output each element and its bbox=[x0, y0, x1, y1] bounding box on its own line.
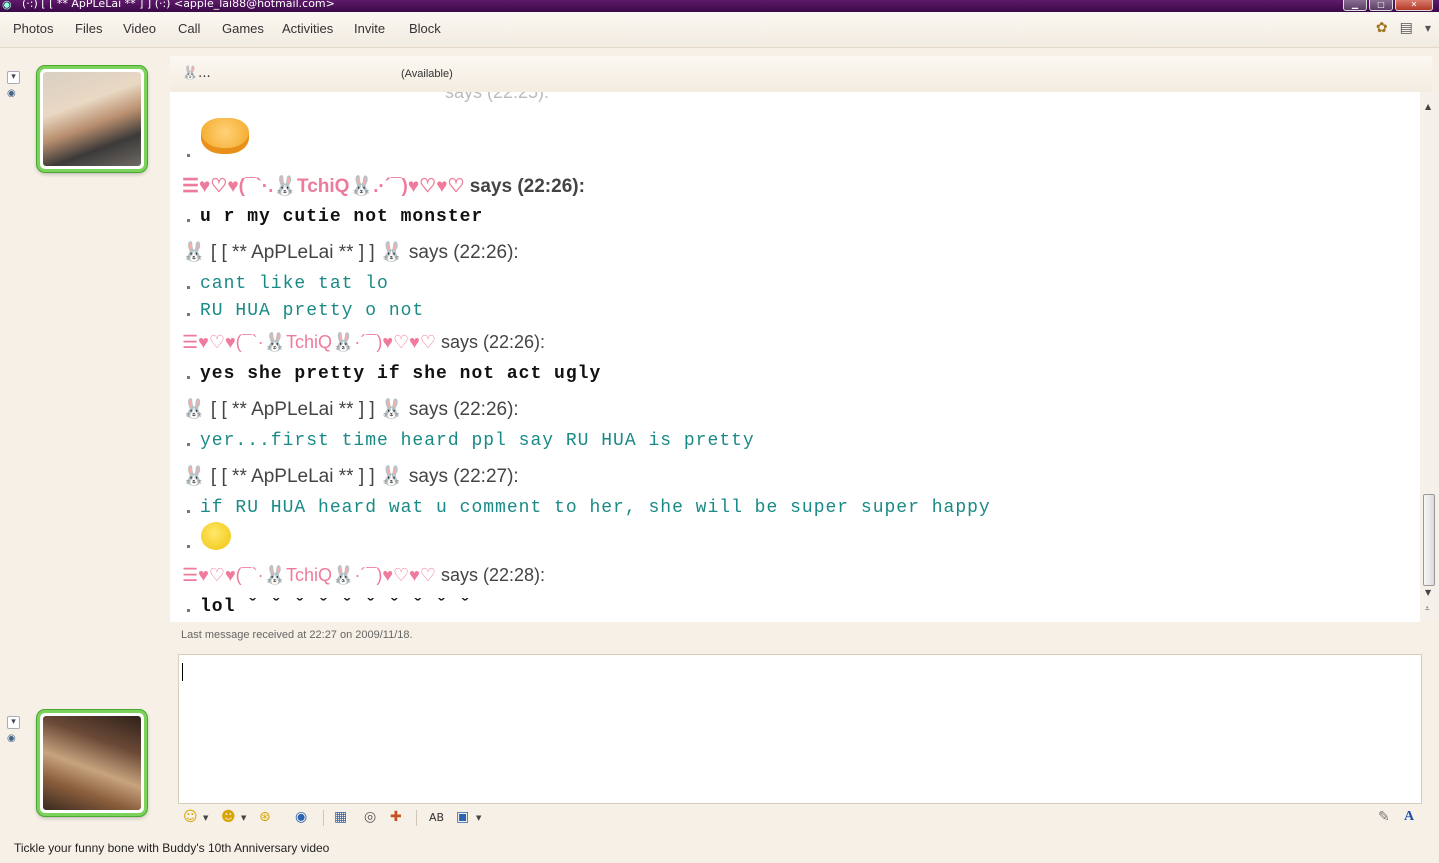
sender-timestamp: says (22:26): bbox=[408, 242, 519, 263]
clipped-sender-header: says (22:25): bbox=[445, 92, 550, 102]
sender-timestamp: says (22:26): bbox=[469, 176, 585, 197]
conversation-pane[interactable]: says (22:25): ☰♥♡♥(¯`·.🐰TchiQ🐰.·´¯)♥♡♥♡ … bbox=[170, 92, 1420, 622]
scroll-down-icon[interactable]: ▼ bbox=[1425, 588, 1431, 597]
sender-name: ☰♥♡♥(¯`·🐰TchiQ🐰·´¯)♥♡♥♡ bbox=[182, 332, 436, 352]
menu-invite[interactable]: Invite bbox=[354, 21, 385, 36]
webcam-icon[interactable]: ◉ bbox=[7, 733, 16, 744]
sender-timestamp: says (22:26): bbox=[408, 399, 519, 420]
text-caret bbox=[182, 663, 183, 681]
scroll-up-icon[interactable]: ▲ bbox=[1425, 102, 1431, 111]
message-line: yer...first time heard ppl say RU HUA is… bbox=[187, 431, 755, 451]
menu-call[interactable]: Call bbox=[178, 21, 200, 36]
games-icon[interactable]: ✚ bbox=[390, 809, 402, 825]
monster-emoticon-icon bbox=[201, 118, 249, 154]
wink-gift-icon[interactable]: ✿ bbox=[1376, 20, 1388, 36]
emoticon-icon[interactable]: ☺ bbox=[183, 809, 198, 825]
menu-video[interactable]: Video bbox=[123, 21, 156, 36]
message-line: lol ˇ ˇ ˇ ˇ ˇ ˇ ˇ ˇ ˇ ˇ bbox=[187, 597, 471, 617]
webcam-icon[interactable]: ◉ bbox=[7, 88, 16, 99]
chevron-down-icon[interactable]: ▼ bbox=[1425, 24, 1431, 33]
sender-timestamp: says (22:28): bbox=[441, 565, 546, 585]
message-sender: ☰♥♡♥(¯`·.🐰TchiQ🐰.·´¯)♥♡♥♡ says (22:26): bbox=[182, 174, 585, 198]
shy-emoticon-icon bbox=[201, 522, 231, 550]
sender-name: 🐰 [ [ ** ApPLeLai ** ] ] 🐰 bbox=[182, 242, 404, 263]
messenger-icon: ◉ bbox=[2, 0, 12, 11]
message-line: RU HUA pretty o not bbox=[187, 301, 424, 321]
message-input[interactable] bbox=[178, 654, 1422, 804]
font-style-icon[interactable]: A bbox=[1404, 809, 1414, 825]
sound-icon[interactable]: ◎ bbox=[364, 809, 376, 825]
nudge-icon[interactable]: ⊛ bbox=[259, 809, 271, 825]
message-bullet bbox=[187, 545, 190, 548]
window-title: (·:) [ [ ** ApPLeLai ** ] ] (·:) <apple_… bbox=[22, 0, 335, 10]
minimize-button[interactable]: ▁ bbox=[1343, 0, 1367, 11]
contact-header: 🐰... (Available) bbox=[170, 56, 1432, 92]
title-bar: ◉ (·:) [ [ ** ApPLeLai ** ] ] (·:) <appl… bbox=[0, 0, 1439, 12]
message-line: yes she pretty if she not act ugly bbox=[187, 364, 601, 384]
menu-files[interactable]: Files bbox=[75, 21, 102, 36]
input-toolbar: ☺ ▼ ☻ ▼ ⊛ ◉ ▦ ◎ ✚ AB ▣ ▼ ✎ A bbox=[178, 806, 1422, 830]
menu-block[interactable]: Block bbox=[409, 21, 441, 36]
promo-link[interactable]: Tickle your funny bone with Buddy's 10th… bbox=[14, 841, 329, 855]
background-icon[interactable]: ▦ bbox=[334, 809, 347, 825]
message-sender: 🐰 [ [ ** ApPLeLai ** ] ] 🐰 says (22:27): bbox=[182, 464, 519, 488]
menu-activities[interactable]: Activities bbox=[282, 21, 333, 36]
collapse-contact-pane-icon[interactable]: ▾ bbox=[7, 71, 20, 84]
collapse-user-pane-icon[interactable]: ▾ bbox=[7, 716, 20, 729]
handwriting-icon[interactable]: ✎ bbox=[1378, 809, 1390, 825]
menu-photos[interactable]: Photos bbox=[13, 21, 53, 36]
contact-status: (Available) bbox=[401, 68, 453, 80]
last-message-status: Last message received at 22:27 on 2009/1… bbox=[181, 629, 413, 641]
contact-name: 🐰... bbox=[182, 66, 211, 81]
voice-clip-icon[interactable]: ◉ bbox=[295, 809, 307, 825]
chevron-down-icon[interactable]: ▼ bbox=[476, 814, 481, 822]
message-line: if RU HUA heard wat u comment to her, sh… bbox=[187, 498, 991, 518]
font-icon[interactable]: AB bbox=[429, 811, 444, 824]
chevron-down-icon[interactable]: ▼ bbox=[241, 814, 246, 822]
window-controls: ▁ □ ✕ bbox=[1341, 0, 1433, 12]
scroll-end-icon[interactable]: ⩡ bbox=[1425, 604, 1430, 614]
message-bullet bbox=[187, 154, 190, 157]
message-line: u r my cutie not monster bbox=[187, 207, 483, 227]
menu-games[interactable]: Games bbox=[222, 21, 264, 36]
user-avatar[interactable] bbox=[37, 710, 147, 816]
message-sender: 🐰 [ [ ** ApPLeLai ** ] ] 🐰 says (22:26): bbox=[182, 397, 519, 421]
contact-avatar[interactable] bbox=[37, 66, 147, 172]
message-line: cant like tat lo bbox=[187, 274, 389, 294]
scrollbar-thumb[interactable] bbox=[1423, 494, 1435, 586]
show-menu-icon[interactable]: ▤ bbox=[1400, 20, 1413, 36]
menu-right-tools: ✿ ▤ ▼ bbox=[1376, 20, 1431, 36]
sender-name: 🐰 [ [ ** ApPLeLai ** ] ] 🐰 bbox=[182, 399, 404, 420]
sender-name: ☰♥♡♥(¯`·🐰TchiQ🐰·´¯)♥♡♥♡ bbox=[182, 565, 436, 585]
maximize-button[interactable]: □ bbox=[1369, 0, 1393, 11]
menu-bar: Photos Files Video Call Games Activities… bbox=[0, 12, 1439, 48]
chevron-down-icon[interactable]: ▼ bbox=[203, 814, 208, 822]
wink-icon[interactable]: ☻ bbox=[221, 809, 236, 825]
message-sender: ☰♥♡♥(¯`·🐰TchiQ🐰·´¯)♥♡♥♡ says (22:28): bbox=[182, 565, 545, 586]
sender-name: 🐰 [ [ ** ApPLeLai ** ] ] 🐰 bbox=[182, 466, 404, 487]
conversation-scrollbar[interactable]: ▲ ▼ ⩡ bbox=[1420, 92, 1439, 622]
sender-timestamp: says (22:26): bbox=[441, 332, 546, 352]
sender-timestamp: says (22:27): bbox=[408, 466, 519, 487]
message-sender: 🐰 [ [ ** ApPLeLai ** ] ] 🐰 says (22:26): bbox=[182, 240, 519, 264]
message-sender: ☰♥♡♥(¯`·🐰TchiQ🐰·´¯)♥♡♥♡ says (22:26): bbox=[182, 332, 545, 353]
sender-name: ☰♥♡♥(¯`·.🐰TchiQ🐰.·´¯)♥♡♥♡ bbox=[182, 176, 465, 197]
share-icon[interactable]: ▣ bbox=[456, 809, 469, 825]
close-button[interactable]: ✕ bbox=[1395, 0, 1433, 11]
